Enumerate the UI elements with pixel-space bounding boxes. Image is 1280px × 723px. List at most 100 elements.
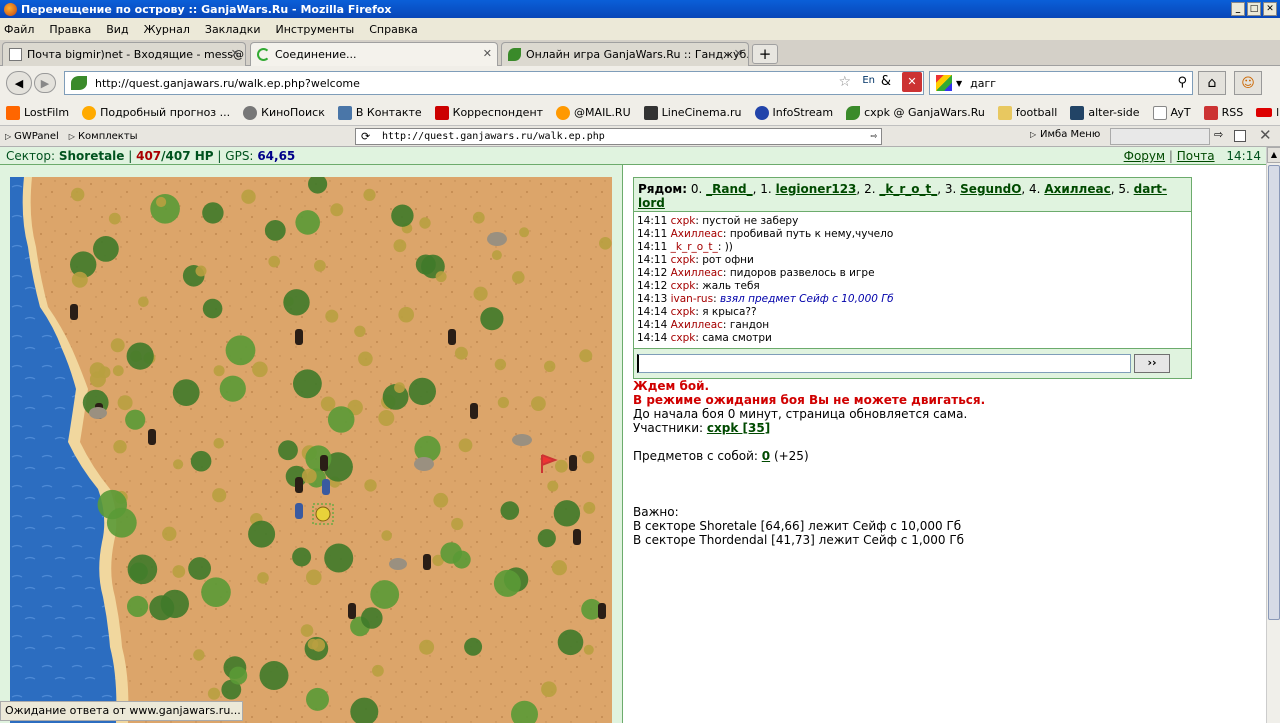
checkbox-icon[interactable] (1234, 130, 1246, 142)
near-player-link[interactable]: legioner123 (776, 182, 857, 196)
safe-marker (315, 506, 331, 522)
menu-history[interactable]: Журнал (144, 23, 190, 36)
palm-icon (537, 529, 556, 548)
bookmark-mailru[interactable]: @MAIL.RU (556, 105, 631, 120)
chat-nick[interactable]: ivan-rus (671, 293, 713, 305)
chat-nick[interactable]: cxpk (671, 280, 696, 292)
palm-icon (160, 589, 189, 619)
sets-arrow-icon: ▷ (68, 131, 75, 141)
forum-link[interactable]: Форум (1124, 149, 1165, 163)
bush-icon (494, 358, 507, 371)
chat-nick[interactable]: Ахиллеас (671, 319, 723, 331)
near-player-link[interactable]: SegundO (960, 182, 1021, 196)
chat-nick[interactable]: cxpk (671, 332, 696, 344)
tab-ganjawars[interactable]: Онлайн игра GanjaWars.Ru :: Ганджуб... ✕ (501, 42, 749, 66)
reload-icon[interactable]: ⟳ (361, 130, 370, 143)
island-map[interactable] (10, 177, 612, 723)
bush-icon (300, 624, 314, 637)
addon-button[interactable]: ☺ (1234, 71, 1262, 95)
bookmark-star-icon[interactable]: ☆ (838, 74, 851, 90)
tab-bigmir[interactable]: Почта bigmir)net - Входящие - mess@bi...… (2, 42, 246, 66)
maximize-button[interactable]: □ (1247, 2, 1261, 16)
bookmark-vkontakte[interactable]: В Контакте (337, 105, 422, 120)
go-arrow-icon[interactable]: ⇨ (870, 129, 877, 142)
menu-edit[interactable]: Правка (49, 23, 91, 36)
participant-link[interactable]: cxpk [35] (707, 421, 770, 435)
bookmark-label: В Контакте (355, 106, 422, 119)
mail-link[interactable]: Почта (1177, 149, 1215, 163)
near-player-link[interactable]: _Rand_ (706, 182, 752, 196)
close-tab-icon[interactable]: ✕ (734, 47, 743, 60)
bush-icon (268, 255, 281, 268)
bookmark-korrespondent[interactable]: Корреспондент (434, 105, 543, 120)
bookmark-linecinema[interactable]: LineCinema.ru (643, 105, 742, 120)
items-count-link[interactable]: 0 (762, 449, 770, 463)
minimize-button[interactable]: _ (1231, 2, 1245, 16)
palm-icon (293, 369, 322, 399)
bookmark-livetv[interactable]: livetv (1256, 106, 1280, 119)
new-tab-button[interactable]: + (752, 44, 778, 64)
scroll-up-icon[interactable]: ▲ (1267, 147, 1280, 163)
menu-tools[interactable]: Инструменты (276, 23, 355, 36)
bookmark-rss[interactable]: RSS (1203, 105, 1243, 120)
chat-messages: 14:11 cxpk: пустой не заберу 14:11 Ахилл… (634, 212, 1191, 348)
sets-button[interactable]: Комплекты (78, 131, 138, 142)
bookmark-kinopoisk[interactable]: КиноПоиск (243, 105, 325, 120)
bookmark-lostfilm[interactable]: LostFilm (6, 105, 69, 120)
url-bar[interactable]: http://quest.ganjawars.ru/walk.ep.php?we… (64, 71, 924, 95)
menu-file[interactable]: Файл (4, 23, 34, 36)
scroll-thumb[interactable] (1268, 165, 1280, 620)
home-button[interactable]: ⌂ (1198, 71, 1226, 95)
bush-icon (117, 395, 133, 411)
gwpanel-button[interactable]: GWPanel (14, 131, 59, 142)
language-icon[interactable]: En (862, 75, 875, 86)
search-dropdown-icon[interactable]: ▼ (956, 79, 962, 88)
chat-nick[interactable]: cxpk (671, 215, 696, 227)
bookmark-ayt[interactable]: AyT (1152, 105, 1191, 120)
bookmark-ganjawars[interactable]: cxpk @ GanjaWars.Ru (846, 105, 985, 120)
close-panel-icon[interactable]: ✕ (1259, 126, 1272, 144)
bookmark-football[interactable]: football (997, 105, 1057, 120)
chat-input[interactable] (637, 354, 1131, 373)
chat-nick[interactable]: cxpk (671, 254, 696, 266)
bush-icon (579, 349, 593, 363)
chat-nick[interactable]: Ахиллеас (671, 228, 723, 240)
bush-icon (363, 188, 376, 201)
bookmark-alterside[interactable]: alter-side (1070, 105, 1140, 120)
tab-bar: Почта bigmir)net - Входящие - mess@bi...… (0, 40, 1280, 66)
bookmark-infostream[interactable]: InfoStream (754, 105, 833, 120)
vertical-scrollbar[interactable]: ▲ (1266, 147, 1280, 723)
search-icon[interactable]: ⚲ (1177, 75, 1187, 90)
close-tab-icon[interactable]: ✕ (231, 47, 240, 60)
near-player-link[interactable]: Ахиллеас (1044, 182, 1110, 196)
bush-icon (156, 196, 167, 208)
imba-menu-button[interactable]: Имба Меню (1040, 129, 1100, 140)
close-window-button[interactable]: ✕ (1263, 2, 1277, 16)
palm-icon (324, 543, 354, 573)
palm-icon (127, 554, 158, 585)
chat-nick[interactable]: _k_r_o_t_ (671, 241, 718, 253)
chat-nick[interactable]: Ахиллеас (671, 267, 723, 279)
stop-button[interactable]: ✕ (902, 72, 922, 92)
gw-go-icon[interactable]: ⇨ (1214, 128, 1223, 141)
near-player-link[interactable]: _k_r_o_t_ (879, 182, 937, 196)
search-box[interactable]: ▼ дагг ⚲ (929, 71, 1193, 95)
chat-message: 14:14 cxpk: сама смотри (637, 332, 772, 344)
bookmark-weather[interactable]: Подробный прогноз ... (82, 105, 230, 120)
menu-bookmarks[interactable]: Закладки (205, 23, 261, 36)
palm-icon (295, 210, 321, 235)
back-button[interactable]: ◀ (6, 71, 32, 95)
send-button[interactable]: ›› (1134, 354, 1170, 373)
chat-nick[interactable]: cxpk (671, 306, 696, 318)
menu-help[interactable]: Справка (369, 23, 417, 36)
items-label: Предметов с собой: (633, 449, 758, 463)
status-bar: Ожидание ответа от www.ganjawars.ru... (0, 701, 243, 721)
close-tab-icon[interactable]: ✕ (483, 47, 492, 60)
tab-connecting[interactable]: Соединение... ✕ (250, 42, 498, 66)
ampersand-icon[interactable]: & (881, 74, 891, 89)
menu-bar: Файл Правка Вид Журнал Закладки Инструме… (0, 18, 1280, 40)
menu-view[interactable]: Вид (106, 23, 128, 36)
forward-button[interactable]: ▶ (34, 73, 56, 93)
gw-url-field[interactable]: ⟳ http://quest.ganjawars.ru/walk.ep.php … (355, 128, 882, 145)
gw-search-field[interactable] (1110, 128, 1210, 145)
